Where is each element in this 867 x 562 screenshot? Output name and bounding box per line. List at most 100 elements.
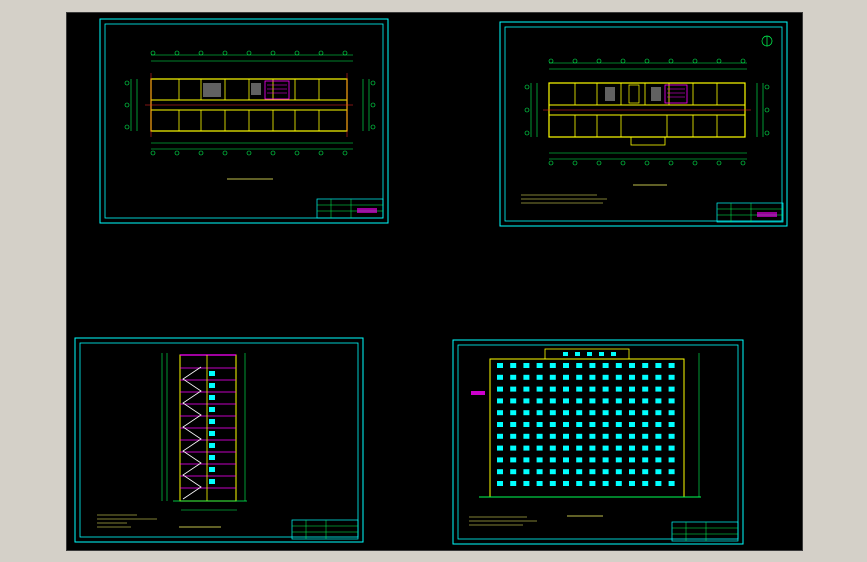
elevation-window (536, 469, 543, 475)
elevation-window (602, 469, 609, 475)
elevation-window (563, 457, 569, 463)
elevation-window (523, 457, 530, 463)
elevation-window (536, 374, 543, 380)
elevation-window (602, 386, 609, 392)
elevation-window (668, 398, 675, 404)
plan-1-title-block (316, 198, 384, 219)
elevation-window (497, 481, 503, 486)
elevation-window (655, 386, 662, 392)
elevation-window (576, 445, 583, 451)
elevation-window (523, 374, 530, 380)
elevation-window (668, 422, 675, 427)
elevation-window (563, 374, 569, 380)
elevation-window (510, 363, 517, 368)
elevation-window (549, 445, 556, 451)
north-arrow-icon (761, 35, 773, 47)
elevation-window (576, 386, 583, 392)
elevation-window (549, 469, 556, 475)
elevation-window (510, 386, 517, 392)
elevation-window (615, 481, 622, 486)
elevation-window (629, 386, 635, 392)
elevation-window (589, 469, 596, 475)
elevation-window (602, 445, 609, 451)
elevation-window (589, 410, 596, 416)
elevation-window (497, 469, 503, 475)
elevation-window (497, 457, 503, 463)
elevation-window (642, 469, 649, 475)
elevation-window (589, 457, 596, 463)
elevation-window (523, 481, 530, 486)
elevation-window (629, 398, 635, 404)
elevation-drawing (469, 348, 701, 526)
elevation-window (576, 422, 583, 427)
elevation-window (615, 374, 622, 380)
elevation-window (615, 363, 622, 368)
elevation-window (523, 363, 530, 368)
elevation-window (576, 481, 583, 486)
elevation-window (589, 481, 596, 486)
plan-1-drawing (124, 50, 376, 180)
sheet-plan-2[interactable] (499, 21, 788, 227)
sheet-elevation[interactable] (452, 339, 744, 545)
elevation-window (549, 422, 556, 427)
elevation-window (602, 457, 609, 463)
elevation-window (536, 386, 543, 392)
elevation-window (497, 374, 503, 380)
elevation-window (629, 445, 635, 451)
elevation-window (602, 433, 609, 439)
sheet-plan-1[interactable] (99, 18, 389, 224)
elevation-window (655, 363, 662, 368)
elevation-window (642, 445, 649, 451)
elevation-window (615, 457, 622, 463)
elevation-window (563, 410, 569, 416)
elevation-window (629, 469, 635, 475)
elevation-window (497, 410, 503, 416)
plan-2-drawing (521, 58, 770, 204)
elevation-window (602, 374, 609, 380)
elevation-window (642, 481, 649, 486)
elevation-title-block (671, 521, 739, 542)
elevation-window (668, 363, 675, 368)
elevation-window (536, 410, 543, 416)
elevation-window (589, 363, 596, 368)
elevation-window (642, 374, 649, 380)
elevation-window (536, 398, 543, 404)
elevation-window (655, 433, 662, 439)
elevation-window (589, 386, 596, 392)
elevation-window (536, 433, 543, 439)
elevation-window (629, 422, 635, 427)
elevation-window (655, 410, 662, 416)
elevation-window (642, 433, 649, 439)
elevation-window (510, 422, 517, 427)
elevation-window (642, 410, 649, 416)
elevation-window (563, 433, 569, 439)
elevation-window (536, 481, 543, 486)
cad-drawing (74, 18, 788, 545)
elevation-window (576, 433, 583, 439)
elevation-window (589, 398, 596, 404)
elevation-window (523, 445, 530, 451)
elevation-window (602, 422, 609, 427)
sheet-section[interactable] (74, 337, 364, 543)
elevation-window (563, 363, 569, 368)
elevation-window (536, 422, 543, 427)
elevation-window (549, 386, 556, 392)
elevation-window (668, 445, 675, 451)
elevation-window (655, 469, 662, 475)
elevation-window (668, 457, 675, 463)
drawing-canvas[interactable] (66, 12, 803, 551)
elevation-window (576, 363, 583, 368)
plan-2-title-block (716, 202, 784, 223)
elevation-window (549, 398, 556, 404)
elevation-window (655, 445, 662, 451)
section-drawing (97, 353, 247, 528)
elevation-window (668, 386, 675, 392)
elevation-window (602, 410, 609, 416)
elevation-window (510, 445, 517, 451)
elevation-window (536, 445, 543, 451)
elevation-window (576, 457, 583, 463)
elevation-window (629, 457, 635, 463)
elevation-window (510, 469, 517, 475)
elevation-window (510, 457, 517, 463)
elevation-window (615, 469, 622, 475)
